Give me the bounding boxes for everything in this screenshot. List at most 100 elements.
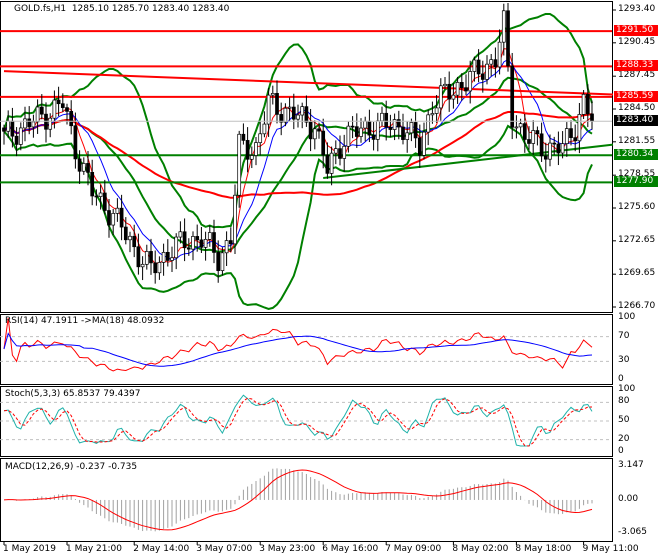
candle-body <box>237 133 242 196</box>
candle-body <box>354 126 359 137</box>
candle-body <box>506 10 510 67</box>
candle-body <box>86 163 90 173</box>
candle-body <box>178 231 183 238</box>
candle-body <box>291 106 296 120</box>
candle-body <box>245 140 250 160</box>
candle-body <box>438 85 443 109</box>
level-tag: 1277.90 <box>614 176 658 188</box>
candle-body <box>81 163 86 172</box>
candle-body <box>2 127 6 132</box>
candle-body <box>543 155 548 160</box>
candle-body <box>522 123 527 140</box>
candle-body <box>270 93 275 96</box>
trendline <box>3 70 614 96</box>
candle-body <box>430 113 435 116</box>
candle-body <box>174 236 179 259</box>
candle-body <box>233 194 237 245</box>
candle-body <box>426 114 431 133</box>
candle-body <box>254 142 258 156</box>
candle-body <box>258 133 263 143</box>
price-tick-label: 1290.45 <box>618 36 656 47</box>
time-label: 6 May 16:00 <box>322 544 379 554</box>
candle-body <box>350 125 355 128</box>
candle-body <box>39 106 44 115</box>
chart-canvas[interactable] <box>0 0 660 560</box>
candle-body <box>485 63 489 80</box>
candle-body <box>359 127 363 137</box>
candle-body <box>476 59 481 75</box>
candle-body <box>262 123 267 135</box>
candle-body <box>56 99 61 105</box>
candle-body <box>283 107 288 123</box>
candle-body <box>107 210 111 226</box>
candle-body <box>333 148 338 154</box>
candle-body <box>338 148 342 159</box>
candle-body <box>69 111 74 127</box>
candle-body <box>27 118 32 128</box>
candle-body <box>434 107 439 114</box>
candle-body <box>585 93 590 115</box>
candle-body <box>548 142 552 160</box>
candle-body <box>573 137 578 142</box>
candle-body <box>401 126 405 140</box>
stoch-tick-label: 20 <box>618 433 630 444</box>
candle-body <box>195 236 200 241</box>
price-tick-label: 1293.40 <box>618 4 656 14</box>
candle-body <box>459 82 464 88</box>
candle-body <box>451 94 456 100</box>
rsi-label: RSI(14) 47.1911 ->MA(18) 48.0932 <box>5 316 165 326</box>
candle-body <box>514 126 519 129</box>
macd-tick-label: -3.065 <box>618 527 648 537</box>
stoch-tick-label: 100 <box>618 384 636 394</box>
candle-body <box>228 240 233 245</box>
candle-body <box>396 119 401 128</box>
candle-body <box>128 235 132 241</box>
rsi-tick-label: 30 <box>618 355 630 366</box>
time-label: 8 May 02:00 <box>452 544 509 554</box>
candle-body <box>417 137 422 156</box>
candle-body <box>304 106 309 123</box>
time-label: 7 May 09:00 <box>385 544 442 554</box>
candle-body <box>539 133 544 157</box>
rsi-tick-label: 100 <box>618 312 636 322</box>
candle-body <box>182 231 187 249</box>
candle-body <box>287 106 292 109</box>
candle-body <box>212 232 216 253</box>
candle-body <box>18 127 23 145</box>
time-label: 2 May 14:00 <box>133 544 190 554</box>
candle-body <box>300 106 305 116</box>
price-tick-label: 1275.60 <box>618 202 656 212</box>
candle-body <box>497 41 502 68</box>
candle-body <box>220 252 225 271</box>
candle-body <box>23 118 27 129</box>
candle-body <box>296 114 300 120</box>
candle-body <box>489 59 494 65</box>
candle-body <box>170 257 174 261</box>
candle-body <box>317 128 321 132</box>
candle-body <box>73 125 78 160</box>
candle-body <box>6 120 11 132</box>
candle-body <box>518 123 523 128</box>
time-label: 8 May 18:00 <box>515 544 572 554</box>
stoch-tick-label: 80 <box>618 396 630 407</box>
candle-body <box>405 132 410 140</box>
candle-body <box>275 93 279 115</box>
candle-body <box>329 152 334 174</box>
candle-body <box>102 192 107 211</box>
level-tag: 1291.50 <box>614 25 658 37</box>
time-label: 3 May 07:00 <box>196 544 253 554</box>
candle-body <box>371 134 376 140</box>
candle-body <box>115 207 120 214</box>
candle-body <box>564 128 569 144</box>
level-tag: 1288.33 <box>614 60 658 72</box>
macd-label: MACD(12,26,9) -0.237 -0.735 <box>5 462 138 472</box>
candle-body <box>10 120 15 137</box>
candle-body <box>363 120 368 129</box>
candle-body <box>413 122 418 139</box>
candle-body <box>186 247 191 250</box>
candle-body <box>48 117 53 130</box>
time-label: 1 May 2019 <box>3 544 56 554</box>
stoch-tick-label: 50 <box>618 415 630 425</box>
candle-body <box>132 235 137 248</box>
candle-body <box>560 143 565 154</box>
